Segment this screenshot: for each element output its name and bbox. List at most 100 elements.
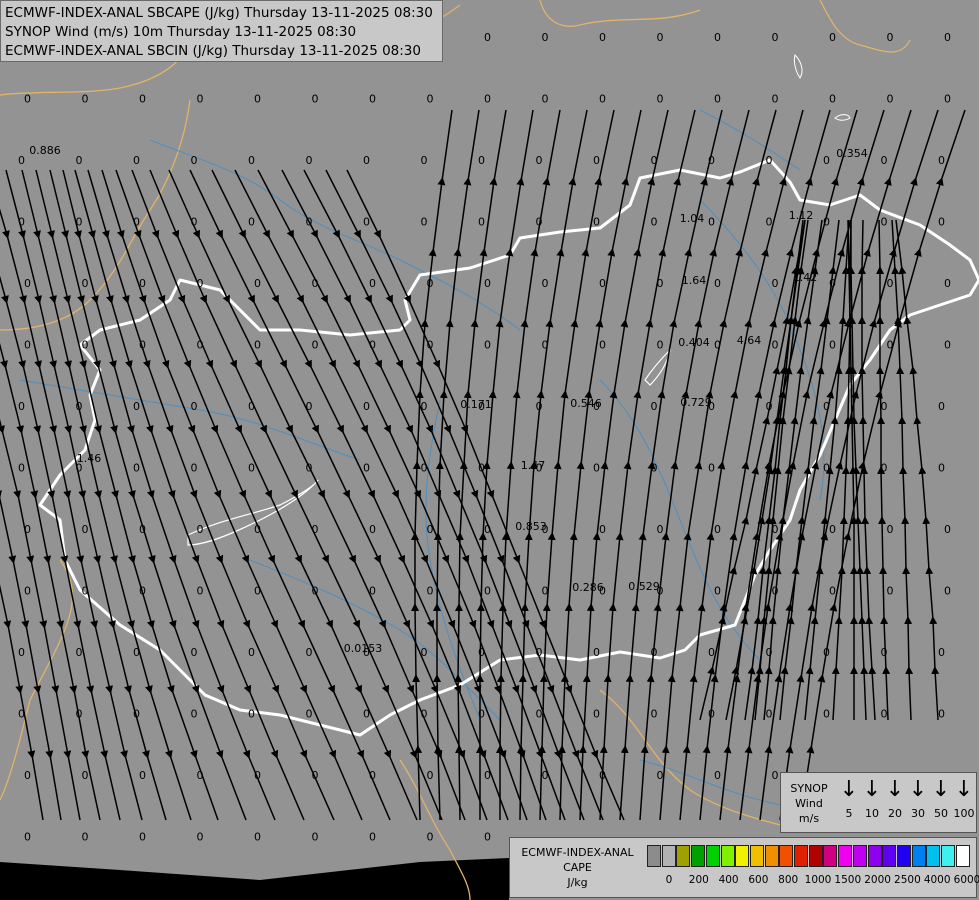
grid-zero-value: 0 — [536, 216, 543, 229]
grid-zero-value: 0 — [427, 277, 434, 290]
grid-zero-value: 0 — [82, 831, 89, 844]
cape-tick-label: 800 — [778, 874, 799, 886]
grid-zero-value: 0 — [363, 216, 370, 229]
grid-zero-value: 0 — [421, 400, 428, 413]
grid-zero-value: 0 — [593, 462, 600, 475]
grid-zero-value: 0 — [139, 339, 146, 352]
grid-zero-value: 0 — [76, 216, 83, 229]
grid-zero-value: 0 — [82, 93, 89, 106]
title-sbcape: ECMWF-INDEX-ANAL SBCAPE (J/kg) Thursday … — [5, 5, 433, 21]
grid-zero-value: 0 — [829, 585, 836, 598]
grid-zero-value: 0 — [363, 154, 370, 167]
grid-zero-value: 0 — [133, 216, 140, 229]
grid-zero-value: 0 — [772, 339, 779, 352]
cape-color-swatch — [647, 845, 661, 867]
grid-zero-value: 0 — [772, 93, 779, 106]
wind-speed-entry: ↓ 5 — [837, 779, 861, 821]
grid-zero-value: 0 — [191, 154, 198, 167]
grid-zero-value: 0 — [76, 400, 83, 413]
grid-zero-value: 0 — [714, 31, 721, 44]
cape-tick-label: 400 — [718, 874, 739, 886]
grid-zero-value: 0 — [363, 708, 370, 721]
grid-zero-value: 0 — [657, 339, 664, 352]
grid-zero-value: 0 — [484, 277, 491, 290]
grid-zero-value: 0 — [829, 339, 836, 352]
grid-zero-value: 0 — [944, 585, 951, 598]
cape-value-label: 0.171 — [460, 398, 492, 411]
grid-zero-value: 0 — [24, 769, 31, 782]
grid-zero-value: 0 — [536, 646, 543, 659]
cape-tick-label: 200 — [688, 874, 709, 886]
wind-streamline — [281, 169, 566, 821]
grid-zero-value: 0 — [254, 339, 261, 352]
cape-color-swatch — [676, 845, 691, 867]
grid-zero-value: 0 — [593, 646, 600, 659]
grid-zero-value: 0 — [427, 523, 434, 536]
grid-zero-value: 0 — [772, 585, 779, 598]
grid-zero-value: 0 — [887, 93, 894, 106]
grid-zero-value: 0 — [536, 708, 543, 721]
down-arrow-icon: ↓ — [954, 777, 974, 802]
cape-value-label: 0.729 — [680, 396, 712, 409]
grid-zero-value: 0 — [657, 277, 664, 290]
grid-zero-value: 0 — [139, 585, 146, 598]
wind-speed-entry: ↓ 30 — [906, 777, 930, 821]
grid-zero-value: 0 — [887, 523, 894, 536]
grid-zero-value: 0 — [714, 523, 721, 536]
grid-zero-value: 0 — [139, 831, 146, 844]
grid-zero-value: 0 — [312, 339, 319, 352]
grid-zero-value: 0 — [18, 708, 25, 721]
grid-zero-value: 0 — [881, 400, 888, 413]
grid-zero-value: 0 — [82, 277, 89, 290]
grid-zero-value: 0 — [24, 585, 31, 598]
grid-zero-value: 0 — [24, 523, 31, 536]
grid-zero-value: 0 — [369, 93, 376, 106]
grid-zero-value: 0 — [938, 646, 945, 659]
cape-value-label: 0.853 — [515, 520, 547, 533]
grid-zero-value: 0 — [421, 646, 428, 659]
grid-zero-value: 0 — [82, 339, 89, 352]
cape-legend-title-line: J/kg — [567, 876, 588, 889]
down-arrow-icon: ↓ — [931, 777, 951, 802]
grid-zero-value: 0 — [829, 93, 836, 106]
grid-zero-value: 0 — [484, 585, 491, 598]
grid-zero-value: 0 — [938, 708, 945, 721]
grid-zero-value: 0 — [306, 216, 313, 229]
grid-zero-value: 0 — [944, 339, 951, 352]
grid-zero-value: 0 — [18, 400, 25, 413]
cape-color-swatch — [941, 845, 955, 867]
grid-zero-value: 0 — [657, 769, 664, 782]
grid-zero-value: 0 — [599, 31, 606, 44]
grid-zero-value: 0 — [369, 585, 376, 598]
grid-zero-value: 0 — [708, 154, 715, 167]
grid-zero-value: 0 — [306, 400, 313, 413]
grid-zero-value: 0 — [312, 523, 319, 536]
weather-map[interactable]: 0 0 0 0 0 0 0 0 0 0 0 0 0 0 0 0 0 0 0 0 0 0 0 0 0 0 0 0 0 0 0 0 0 0 0 0 0 0 0 0… — [0, 0, 979, 900]
grid-zero-value: 0 — [248, 646, 255, 659]
cape-tick-label: 4000 — [923, 874, 951, 886]
grid-zero-value: 0 — [766, 646, 773, 659]
grid-zero-value: 0 — [197, 585, 204, 598]
grid-zero-value: 0 — [829, 523, 836, 536]
cape-value-label: 0.546 — [570, 397, 602, 410]
cape-legend-title-line: CAPE — [563, 861, 592, 874]
wind-streamline — [87, 169, 335, 821]
wind-streamline — [0, 229, 44, 821]
grid-zero-value: 0 — [657, 31, 664, 44]
grid-zero-value: 0 — [829, 31, 836, 44]
cape-value-label: 0.354 — [836, 147, 868, 160]
grid-zero-value: 0 — [484, 831, 491, 844]
grid-zero-value: 0 — [254, 277, 261, 290]
grid-zero-value: 0 — [887, 339, 894, 352]
grid-zero-value: 0 — [542, 769, 549, 782]
grid-zero-value: 0 — [478, 154, 485, 167]
grid-zero-value: 0 — [593, 708, 600, 721]
cape-color-swatch — [705, 845, 720, 867]
grid-zero-value: 0 — [542, 277, 549, 290]
synop-legend-title-line: SYNOP — [790, 782, 828, 795]
grid-zero-value: 0 — [133, 462, 140, 475]
lake — [793, 54, 803, 79]
down-arrow-icon: ↓ — [908, 777, 928, 802]
cape-color-swatch — [720, 845, 735, 867]
grid-zero-value: 0 — [24, 277, 31, 290]
